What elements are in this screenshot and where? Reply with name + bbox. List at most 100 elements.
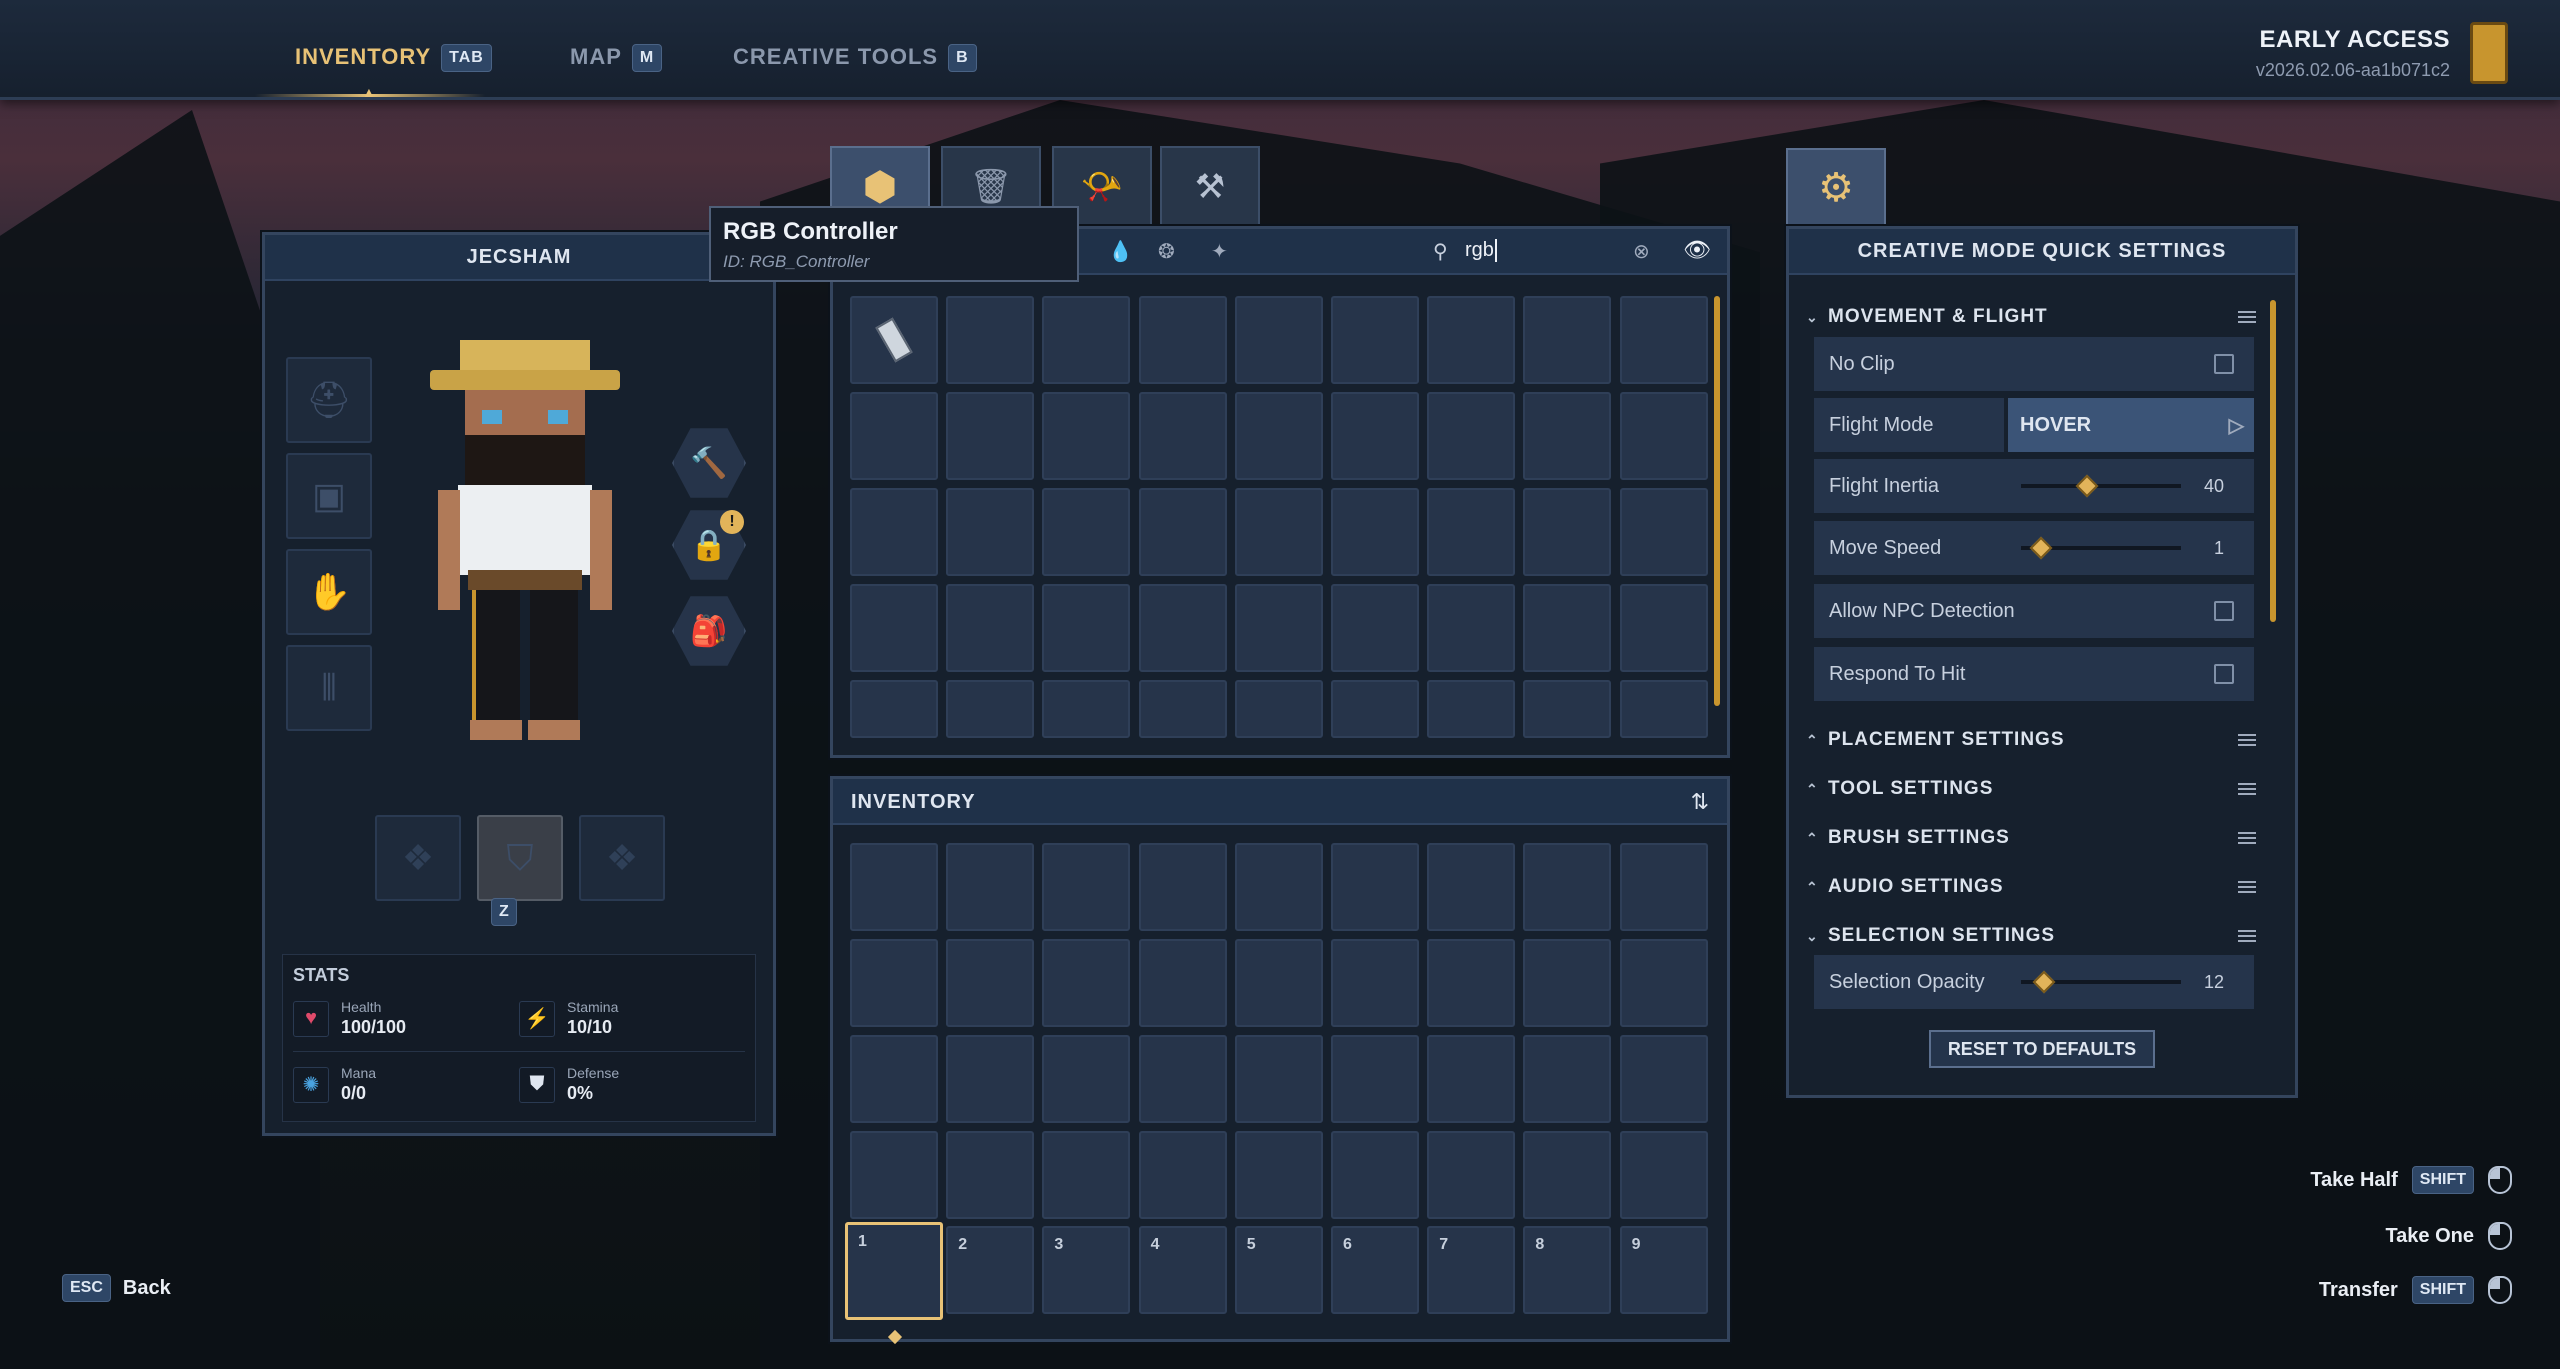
eye-icon[interactable]: 👁	[1683, 237, 1711, 263]
setting-allow-npc-detection[interactable]: Allow NPC Detection	[1814, 584, 2254, 638]
shield-slot[interactable]: ⛉	[477, 815, 563, 901]
search-input[interactable]: rgb	[1465, 239, 1497, 262]
helmet-slot[interactable]: ⛑	[286, 357, 372, 443]
inventory-slot[interactable]	[1331, 939, 1419, 1027]
back-button[interactable]: ESC Back	[62, 1274, 171, 1302]
hotbar-slot[interactable]: 4	[1138, 1226, 1227, 1314]
inventory-slot[interactable]	[1042, 843, 1131, 931]
inventory-slot[interactable]	[1234, 939, 1323, 1027]
library-slot[interactable]	[1523, 584, 1612, 672]
library-slot[interactable]	[850, 392, 938, 480]
library-slot[interactable]	[1331, 680, 1419, 738]
flight-mode-select[interactable]: HOVER ▷	[2008, 398, 2254, 452]
hotbar-slot[interactable]: 7	[1427, 1226, 1516, 1314]
inventory-slot[interactable]	[1427, 939, 1516, 1027]
settings-tab[interactable]: ⚙	[1786, 148, 1886, 226]
menu-icon[interactable]	[2238, 832, 2256, 844]
inventory-slot[interactable]	[1523, 1035, 1612, 1123]
inventory-slot[interactable]	[1138, 1131, 1227, 1219]
library-slot[interactable]	[850, 584, 938, 672]
library-slot[interactable]	[1234, 296, 1323, 384]
library-slot[interactable]	[946, 680, 1035, 738]
hotbar-slot[interactable]: 8	[1523, 1226, 1612, 1314]
inventory-slot[interactable]	[1331, 843, 1419, 931]
hotbar-slot[interactable]: 6	[1331, 1226, 1419, 1314]
legs-slot[interactable]: ⫴	[286, 645, 372, 731]
inventory-slot[interactable]	[1331, 1131, 1419, 1219]
inventory-slot[interactable]	[1619, 1131, 1708, 1219]
library-slot[interactable]	[1427, 488, 1516, 576]
library-slot[interactable]	[850, 488, 938, 576]
accessory-slot-right[interactable]: ❖	[579, 815, 665, 901]
library-slot[interactable]	[1331, 488, 1419, 576]
setting-flight-inertia[interactable]: Flight Inertia 40	[1814, 459, 2254, 513]
inventory-slot[interactable]	[1042, 1035, 1131, 1123]
no-clip-checkbox[interactable]	[2214, 354, 2234, 374]
reset-to-defaults-button[interactable]: RESET TO DEFAULTS	[1929, 1030, 2155, 1068]
library-slot[interactable]	[1331, 584, 1419, 672]
library-slot[interactable]	[946, 392, 1035, 480]
library-slot[interactable]	[1234, 584, 1323, 672]
inventory-slot[interactable]	[850, 1131, 938, 1219]
inventory-slot[interactable]	[1234, 1131, 1323, 1219]
inventory-slot[interactable]	[1234, 843, 1323, 931]
library-slot[interactable]	[1523, 392, 1612, 480]
library-slot[interactable]	[850, 680, 938, 738]
library-scrollbar[interactable]	[1714, 296, 1720, 706]
section-selection-settings[interactable]: ⌄ SELECTION SETTINGS	[1806, 918, 2256, 954]
inventory-slot[interactable]	[1234, 1035, 1323, 1123]
hotbar-slot[interactable]: 3	[1042, 1226, 1131, 1314]
library-slot[interactable]	[1523, 296, 1612, 384]
library-slot[interactable]	[946, 488, 1035, 576]
move-speed-slider[interactable]	[2021, 536, 2181, 560]
setting-respond-to-hit[interactable]: Respond To Hit	[1814, 647, 2254, 701]
clear-search-icon[interactable]: ⊗	[1633, 239, 1650, 264]
section-movement-flight[interactable]: ⌄ MOVEMENT & FLIGHT	[1806, 299, 2256, 335]
swirl-icon[interactable]: ❂	[1158, 239, 1175, 264]
inventory-slot[interactable]	[850, 1035, 938, 1123]
slider-thumb[interactable]	[2029, 536, 2053, 560]
library-slot[interactable]	[1234, 488, 1323, 576]
menu-icon[interactable]	[2238, 881, 2256, 893]
setting-move-speed[interactable]: Move Speed 1	[1814, 521, 2254, 575]
inventory-slot[interactable]	[1042, 1131, 1131, 1219]
library-slot[interactable]	[1619, 296, 1708, 384]
menu-icon[interactable]	[2238, 311, 2256, 323]
tab-creative-tools[interactable]: CREATIVE TOOLS B	[733, 44, 977, 73]
inventory-slot[interactable]	[1138, 939, 1227, 1027]
library-slot[interactable]	[1234, 392, 1323, 480]
library-slot[interactable]	[1042, 680, 1131, 738]
hotbar-slot[interactable]: 1	[845, 1222, 943, 1320]
library-slot[interactable]	[1523, 680, 1612, 738]
inventory-slot[interactable]	[946, 1131, 1035, 1219]
inventory-slot[interactable]	[946, 843, 1035, 931]
library-slot[interactable]	[1619, 680, 1708, 738]
inventory-slot[interactable]	[1523, 1131, 1612, 1219]
library-slot[interactable]	[1138, 584, 1227, 672]
library-slot[interactable]	[1042, 296, 1131, 384]
slider-thumb[interactable]	[2075, 474, 2099, 498]
selection-opacity-slider[interactable]	[2021, 970, 2181, 994]
section-tool-settings[interactable]: ⌃ TOOL SETTINGS	[1806, 771, 2256, 807]
library-slot[interactable]	[1523, 488, 1612, 576]
inventory-slot[interactable]	[1619, 1035, 1708, 1123]
gloves-slot[interactable]: ✋	[286, 549, 372, 635]
library-slot[interactable]	[1042, 488, 1131, 576]
flight-inertia-slider[interactable]	[2021, 474, 2181, 498]
library-slot[interactable]	[1427, 392, 1516, 480]
inventory-slot[interactable]	[946, 939, 1035, 1027]
menu-icon[interactable]	[2238, 930, 2256, 942]
slider-thumb[interactable]	[2032, 970, 2056, 994]
library-slot[interactable]	[1427, 680, 1516, 738]
inventory-slot[interactable]	[1427, 843, 1516, 931]
accessory-slot-left[interactable]: ❖	[375, 815, 461, 901]
inventory-slot[interactable]	[1523, 843, 1612, 931]
hotbar-slot[interactable]: 2	[946, 1226, 1035, 1314]
inventory-slot[interactable]	[1523, 939, 1612, 1027]
settings-scrollbar[interactable]	[2270, 300, 2276, 622]
hotbar-slot[interactable]: 9	[1619, 1226, 1708, 1314]
section-audio-settings[interactable]: ⌃ AUDIO SETTINGS	[1806, 869, 2256, 905]
inventory-slot[interactable]	[1138, 1035, 1227, 1123]
library-slot[interactable]	[1042, 392, 1131, 480]
sparkle-icon[interactable]: ✦	[1211, 239, 1228, 264]
